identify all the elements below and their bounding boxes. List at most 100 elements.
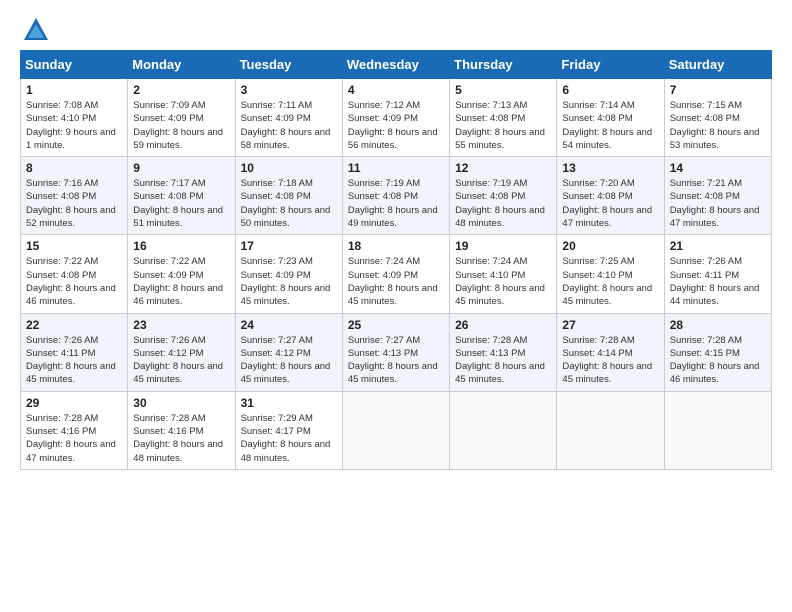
calendar-cell: 16 Sunrise: 7:22 AMSunset: 4:09 PMDayligh… <box>128 235 235 313</box>
day-number: 22 <box>26 318 122 332</box>
calendar-cell: 3 Sunrise: 7:11 AMSunset: 4:09 PMDaylight… <box>235 79 342 157</box>
calendar-cell: 7Sunrise: 7:15 AMSunset: 4:08 PMDaylight… <box>664 79 771 157</box>
day-info: Sunrise: 7:29 AMSunset: 4:17 PMDaylight:… <box>241 412 337 465</box>
day-number: 5 <box>455 83 551 97</box>
day-info: Sunrise: 7:19 AMSunset: 4:08 PMDaylight:… <box>348 177 444 230</box>
day-info: Sunrise: 7:23 AMSunset: 4:09 PMDaylight:… <box>241 255 337 308</box>
calendar-cell: 24 Sunrise: 7:27 AMSunset: 4:12 PMDayligh… <box>235 313 342 391</box>
day-number: 31 <box>241 396 337 410</box>
day-info: Sunrise: 7:26 AMSunset: 4:11 PMDaylight:… <box>26 334 122 387</box>
calendar-cell: 12Sunrise: 7:19 AMSunset: 4:08 PMDayligh… <box>450 157 557 235</box>
page: SundayMondayTuesdayWednesdayThursdayFrid… <box>0 0 792 612</box>
day-number: 15 <box>26 239 122 253</box>
weekday-header: Wednesday <box>342 51 449 79</box>
day-info: Sunrise: 7:28 AMSunset: 4:15 PMDaylight:… <box>670 334 766 387</box>
weekday-header: Friday <box>557 51 664 79</box>
day-number: 18 <box>348 239 444 253</box>
calendar-week-row: 15 Sunrise: 7:22 AMSunset: 4:08 PMDayligh… <box>21 235 772 313</box>
calendar-cell: 26 Sunrise: 7:28 AMSunset: 4:13 PMDayligh… <box>450 313 557 391</box>
calendar-cell: 10 Sunrise: 7:18 AMSunset: 4:08 PMDayligh… <box>235 157 342 235</box>
day-info: Sunrise: 7:15 AMSunset: 4:08 PMDaylight:… <box>670 99 766 152</box>
day-info: Sunrise: 7:19 AMSunset: 4:08 PMDaylight:… <box>455 177 551 230</box>
day-number: 3 <box>241 83 337 97</box>
day-number: 28 <box>670 318 766 332</box>
calendar-cell: 5Sunrise: 7:13 AMSunset: 4:08 PMDaylight… <box>450 79 557 157</box>
day-number: 20 <box>562 239 658 253</box>
day-info: Sunrise: 7:12 AMSunset: 4:09 PMDaylight:… <box>348 99 444 152</box>
day-number: 21 <box>670 239 766 253</box>
calendar-cell: 1 Sunrise: 7:08 AMSunset: 4:10 PMDaylight… <box>21 79 128 157</box>
calendar-week-row: 8 Sunrise: 7:16 AMSunset: 4:08 PMDaylight… <box>21 157 772 235</box>
day-info: Sunrise: 7:22 AMSunset: 4:09 PMDaylight:… <box>133 255 229 308</box>
day-info: Sunrise: 7:16 AMSunset: 4:08 PMDaylight:… <box>26 177 122 230</box>
day-number: 16 <box>133 239 229 253</box>
day-number: 25 <box>348 318 444 332</box>
day-number: 24 <box>241 318 337 332</box>
day-info: Sunrise: 7:21 AMSunset: 4:08 PMDaylight:… <box>670 177 766 230</box>
header-row <box>20 16 772 44</box>
calendar-cell <box>557 391 664 469</box>
calendar-table: SundayMondayTuesdayWednesdayThursdayFrid… <box>20 50 772 470</box>
day-number: 29 <box>26 396 122 410</box>
calendar-week-row: 29 Sunrise: 7:28 AMSunset: 4:16 PMDayligh… <box>21 391 772 469</box>
calendar-cell: 6 Sunrise: 7:14 AMSunset: 4:08 PMDaylight… <box>557 79 664 157</box>
calendar-cell <box>342 391 449 469</box>
day-number: 10 <box>241 161 337 175</box>
calendar-cell: 20 Sunrise: 7:25 AMSunset: 4:10 PMDayligh… <box>557 235 664 313</box>
calendar-cell: 9 Sunrise: 7:17 AMSunset: 4:08 PMDaylight… <box>128 157 235 235</box>
calendar-cell: 30 Sunrise: 7:28 AMSunset: 4:16 PMDayligh… <box>128 391 235 469</box>
weekday-header: Thursday <box>450 51 557 79</box>
logo <box>20 16 50 44</box>
calendar-header-row: SundayMondayTuesdayWednesdayThursdayFrid… <box>21 51 772 79</box>
calendar-cell: 28 Sunrise: 7:28 AMSunset: 4:15 PMDayligh… <box>664 313 771 391</box>
weekday-header: Saturday <box>664 51 771 79</box>
calendar-cell <box>664 391 771 469</box>
day-info: Sunrise: 7:18 AMSunset: 4:08 PMDaylight:… <box>241 177 337 230</box>
calendar-cell: 18Sunrise: 7:24 AMSunset: 4:09 PMDayligh… <box>342 235 449 313</box>
day-info: Sunrise: 7:26 AMSunset: 4:12 PMDaylight:… <box>133 334 229 387</box>
calendar-cell: 23 Sunrise: 7:26 AMSunset: 4:12 PMDayligh… <box>128 313 235 391</box>
calendar-cell: 19 Sunrise: 7:24 AMSunset: 4:10 PMDayligh… <box>450 235 557 313</box>
day-info: Sunrise: 7:26 AMSunset: 4:11 PMDaylight:… <box>670 255 766 308</box>
day-info: Sunrise: 7:08 AMSunset: 4:10 PMDaylight:… <box>26 99 122 152</box>
day-number: 14 <box>670 161 766 175</box>
day-info: Sunrise: 7:28 AMSunset: 4:16 PMDaylight:… <box>133 412 229 465</box>
logo-icon <box>22 16 50 44</box>
calendar-cell: 27Sunrise: 7:28 AMSunset: 4:14 PMDayligh… <box>557 313 664 391</box>
calendar-cell <box>450 391 557 469</box>
calendar-cell: 4 Sunrise: 7:12 AMSunset: 4:09 PMDaylight… <box>342 79 449 157</box>
calendar-cell: 15 Sunrise: 7:22 AMSunset: 4:08 PMDayligh… <box>21 235 128 313</box>
day-number: 27 <box>562 318 658 332</box>
day-info: Sunrise: 7:24 AMSunset: 4:10 PMDaylight:… <box>455 255 551 308</box>
calendar-cell: 8 Sunrise: 7:16 AMSunset: 4:08 PMDaylight… <box>21 157 128 235</box>
day-number: 30 <box>133 396 229 410</box>
day-info: Sunrise: 7:28 AMSunset: 4:16 PMDaylight:… <box>26 412 122 465</box>
day-number: 2 <box>133 83 229 97</box>
day-number: 1 <box>26 83 122 97</box>
day-number: 23 <box>133 318 229 332</box>
calendar-cell: 13Sunrise: 7:20 AMSunset: 4:08 PMDayligh… <box>557 157 664 235</box>
calendar-cell: 31 Sunrise: 7:29 AMSunset: 4:17 PMDayligh… <box>235 391 342 469</box>
day-info: Sunrise: 7:11 AMSunset: 4:09 PMDaylight:… <box>241 99 337 152</box>
day-number: 4 <box>348 83 444 97</box>
day-info: Sunrise: 7:28 AMSunset: 4:13 PMDaylight:… <box>455 334 551 387</box>
calendar-cell: 25Sunrise: 7:27 AMSunset: 4:13 PMDayligh… <box>342 313 449 391</box>
day-number: 19 <box>455 239 551 253</box>
day-number: 26 <box>455 318 551 332</box>
day-info: Sunrise: 7:09 AMSunset: 4:09 PMDaylight:… <box>133 99 229 152</box>
day-number: 11 <box>348 161 444 175</box>
day-number: 6 <box>562 83 658 97</box>
calendar-cell: 17Sunrise: 7:23 AMSunset: 4:09 PMDayligh… <box>235 235 342 313</box>
day-info: Sunrise: 7:14 AMSunset: 4:08 PMDaylight:… <box>562 99 658 152</box>
weekday-header: Monday <box>128 51 235 79</box>
calendar-week-row: 1 Sunrise: 7:08 AMSunset: 4:10 PMDaylight… <box>21 79 772 157</box>
day-number: 8 <box>26 161 122 175</box>
calendar-cell: 22 Sunrise: 7:26 AMSunset: 4:11 PMDayligh… <box>21 313 128 391</box>
weekday-header: Sunday <box>21 51 128 79</box>
day-info: Sunrise: 7:25 AMSunset: 4:10 PMDaylight:… <box>562 255 658 308</box>
day-info: Sunrise: 7:17 AMSunset: 4:08 PMDaylight:… <box>133 177 229 230</box>
day-info: Sunrise: 7:27 AMSunset: 4:12 PMDaylight:… <box>241 334 337 387</box>
weekday-header: Tuesday <box>235 51 342 79</box>
day-info: Sunrise: 7:22 AMSunset: 4:08 PMDaylight:… <box>26 255 122 308</box>
day-number: 9 <box>133 161 229 175</box>
